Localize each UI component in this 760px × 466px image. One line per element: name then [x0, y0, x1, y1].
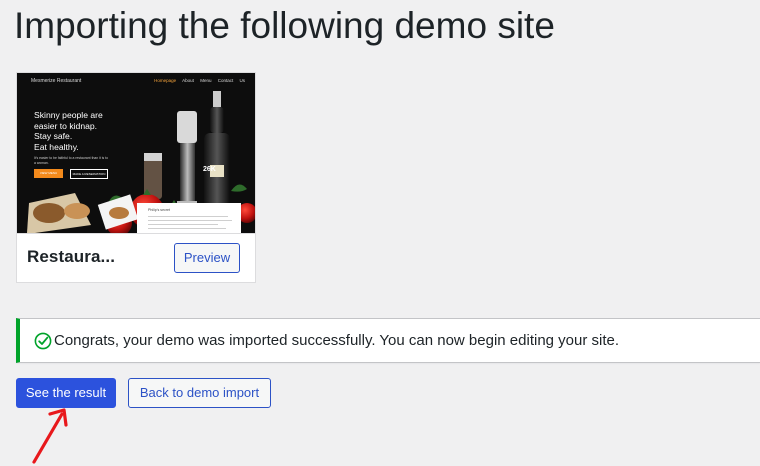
preview-button[interactable]: Preview: [174, 243, 240, 273]
notice-text: Congrats, your demo was imported success…: [54, 332, 620, 349]
thumbnail-panel-title: Philip's secret: [148, 208, 171, 212]
thumbnail-subline: It's easier to be faithful to a restaura…: [34, 156, 108, 165]
thumbnail-text-line: [148, 220, 232, 222]
thumbnail-cta-primary: VIEW MENU: [34, 169, 63, 178]
thumbnail-site-name: Mesmerize Restaurant: [31, 78, 82, 84]
page-title: Importing the following demo site: [14, 5, 555, 46]
thumbnail-nav-link: Contact Us: [217, 78, 245, 83]
thumbnail-nav-link: Homepage: [154, 78, 177, 83]
thumbnail-cta-secondary: MAKE A RESERVATION: [70, 169, 108, 179]
red-arrow-annotation: [32, 408, 68, 464]
thumbnail-nav-link: About: [182, 78, 194, 83]
demo-card-footer: Restaura... Preview: [17, 233, 255, 282]
thumbnail-price-tag: 26K: [203, 166, 216, 173]
check-circle-icon: [34, 332, 52, 350]
thumbnail-content-panel: Philip's secret: [137, 203, 241, 233]
thumbnail-nav-links: Homepage About Menu Contact Us: [154, 78, 245, 83]
thumbnail-text-line: [148, 228, 226, 230]
back-to-demo-import-button[interactable]: Back to demo import: [128, 378, 271, 408]
thumbnail-nav-link: Menu: [200, 78, 212, 83]
demo-thumbnail[interactable]: 26K Mesmerize Restaurant Homepage About …: [17, 73, 255, 233]
demo-card: 26K Mesmerize Restaurant Homepage About …: [16, 72, 256, 283]
thumbnail-nav: Mesmerize Restaurant Homepage About Menu…: [31, 78, 245, 88]
thumbnail-headline: Skinny people are easier to kidnap. Stay…: [34, 110, 103, 152]
thumbnail-text-line: [148, 216, 228, 218]
thumbnail-text-line: [148, 224, 218, 226]
demo-name: Restaura...: [27, 247, 116, 266]
success-notice: Congrats, your demo was imported success…: [16, 318, 760, 363]
